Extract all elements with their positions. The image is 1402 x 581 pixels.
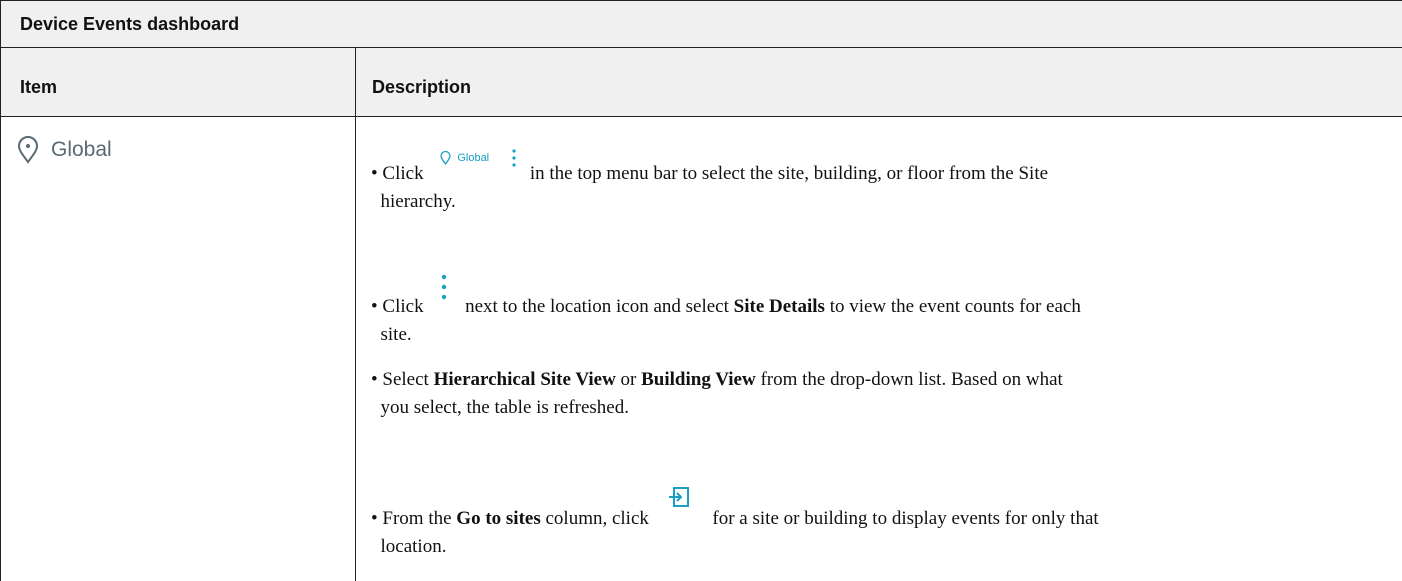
bullet-2-suffix: to view the event counts for each <box>829 296 1081 317</box>
bullet-2: • Click next to the location icon and se… <box>371 274 1381 349</box>
header-description: Description <box>372 77 472 97</box>
bullet-3: • Select Hierarchical Site View or Build… <box>371 366 1381 422</box>
kebab-menu-icon[interactable] <box>440 274 448 300</box>
kebab-menu-icon <box>512 149 516 167</box>
item-label: Global <box>51 138 112 161</box>
header-item: Item <box>20 77 58 97</box>
bullet-4-mid: column, click <box>545 508 649 529</box>
item-cell-global: Global <box>17 136 112 164</box>
bullet-1-prefix: • Click <box>371 163 424 184</box>
location-pin-icon <box>440 151 451 165</box>
bullet-1-line2: hierarchy. <box>380 191 456 212</box>
bullet-4-line2: location. <box>380 536 447 557</box>
table-title-row: Device Events dashboard <box>0 0 1402 48</box>
bullet-4-prefix: • From the <box>371 508 452 529</box>
location-pin-icon <box>17 136 39 164</box>
bullet-3-bold1: Hierarchical Site View <box>433 369 616 390</box>
bullet-4-suffix: for a site or building to display events… <box>712 508 1099 529</box>
bullet-3-suffix: from the drop-down list. Based on what <box>760 369 1063 390</box>
bullet-2-mid: next to the location icon and select <box>465 296 729 317</box>
bullet-3-bold2: Building View <box>641 369 756 390</box>
left-border <box>0 117 1 581</box>
bullet-4-bold: Go to sites <box>456 508 541 529</box>
table-header-row: Item Description <box>0 47 1402 117</box>
bullet-3-prefix: • Select <box>371 369 429 390</box>
bullet-2-prefix: • Click <box>371 296 424 317</box>
bullet-3-or: or <box>620 369 637 390</box>
global-chip[interactable]: Global <box>440 144 517 172</box>
table-title: Device Events dashboard <box>20 14 240 34</box>
global-chip-label: Global <box>457 152 490 164</box>
bullet-4: • From the Go to sites column, click for… <box>371 487 1381 561</box>
column-divider <box>355 47 356 581</box>
bullet-1-suffix: in the top menu bar to select the site, … <box>529 163 1049 184</box>
bullet-1: • Click Global in the top menu bar to se… <box>371 149 1381 216</box>
bullet-2-line2: site. <box>380 324 412 345</box>
bullet-2-bold: Site Details <box>733 296 825 317</box>
bullet-3-line2: you select, the table is refreshed. <box>380 397 629 418</box>
go-to-site-icon[interactable] <box>668 486 690 508</box>
